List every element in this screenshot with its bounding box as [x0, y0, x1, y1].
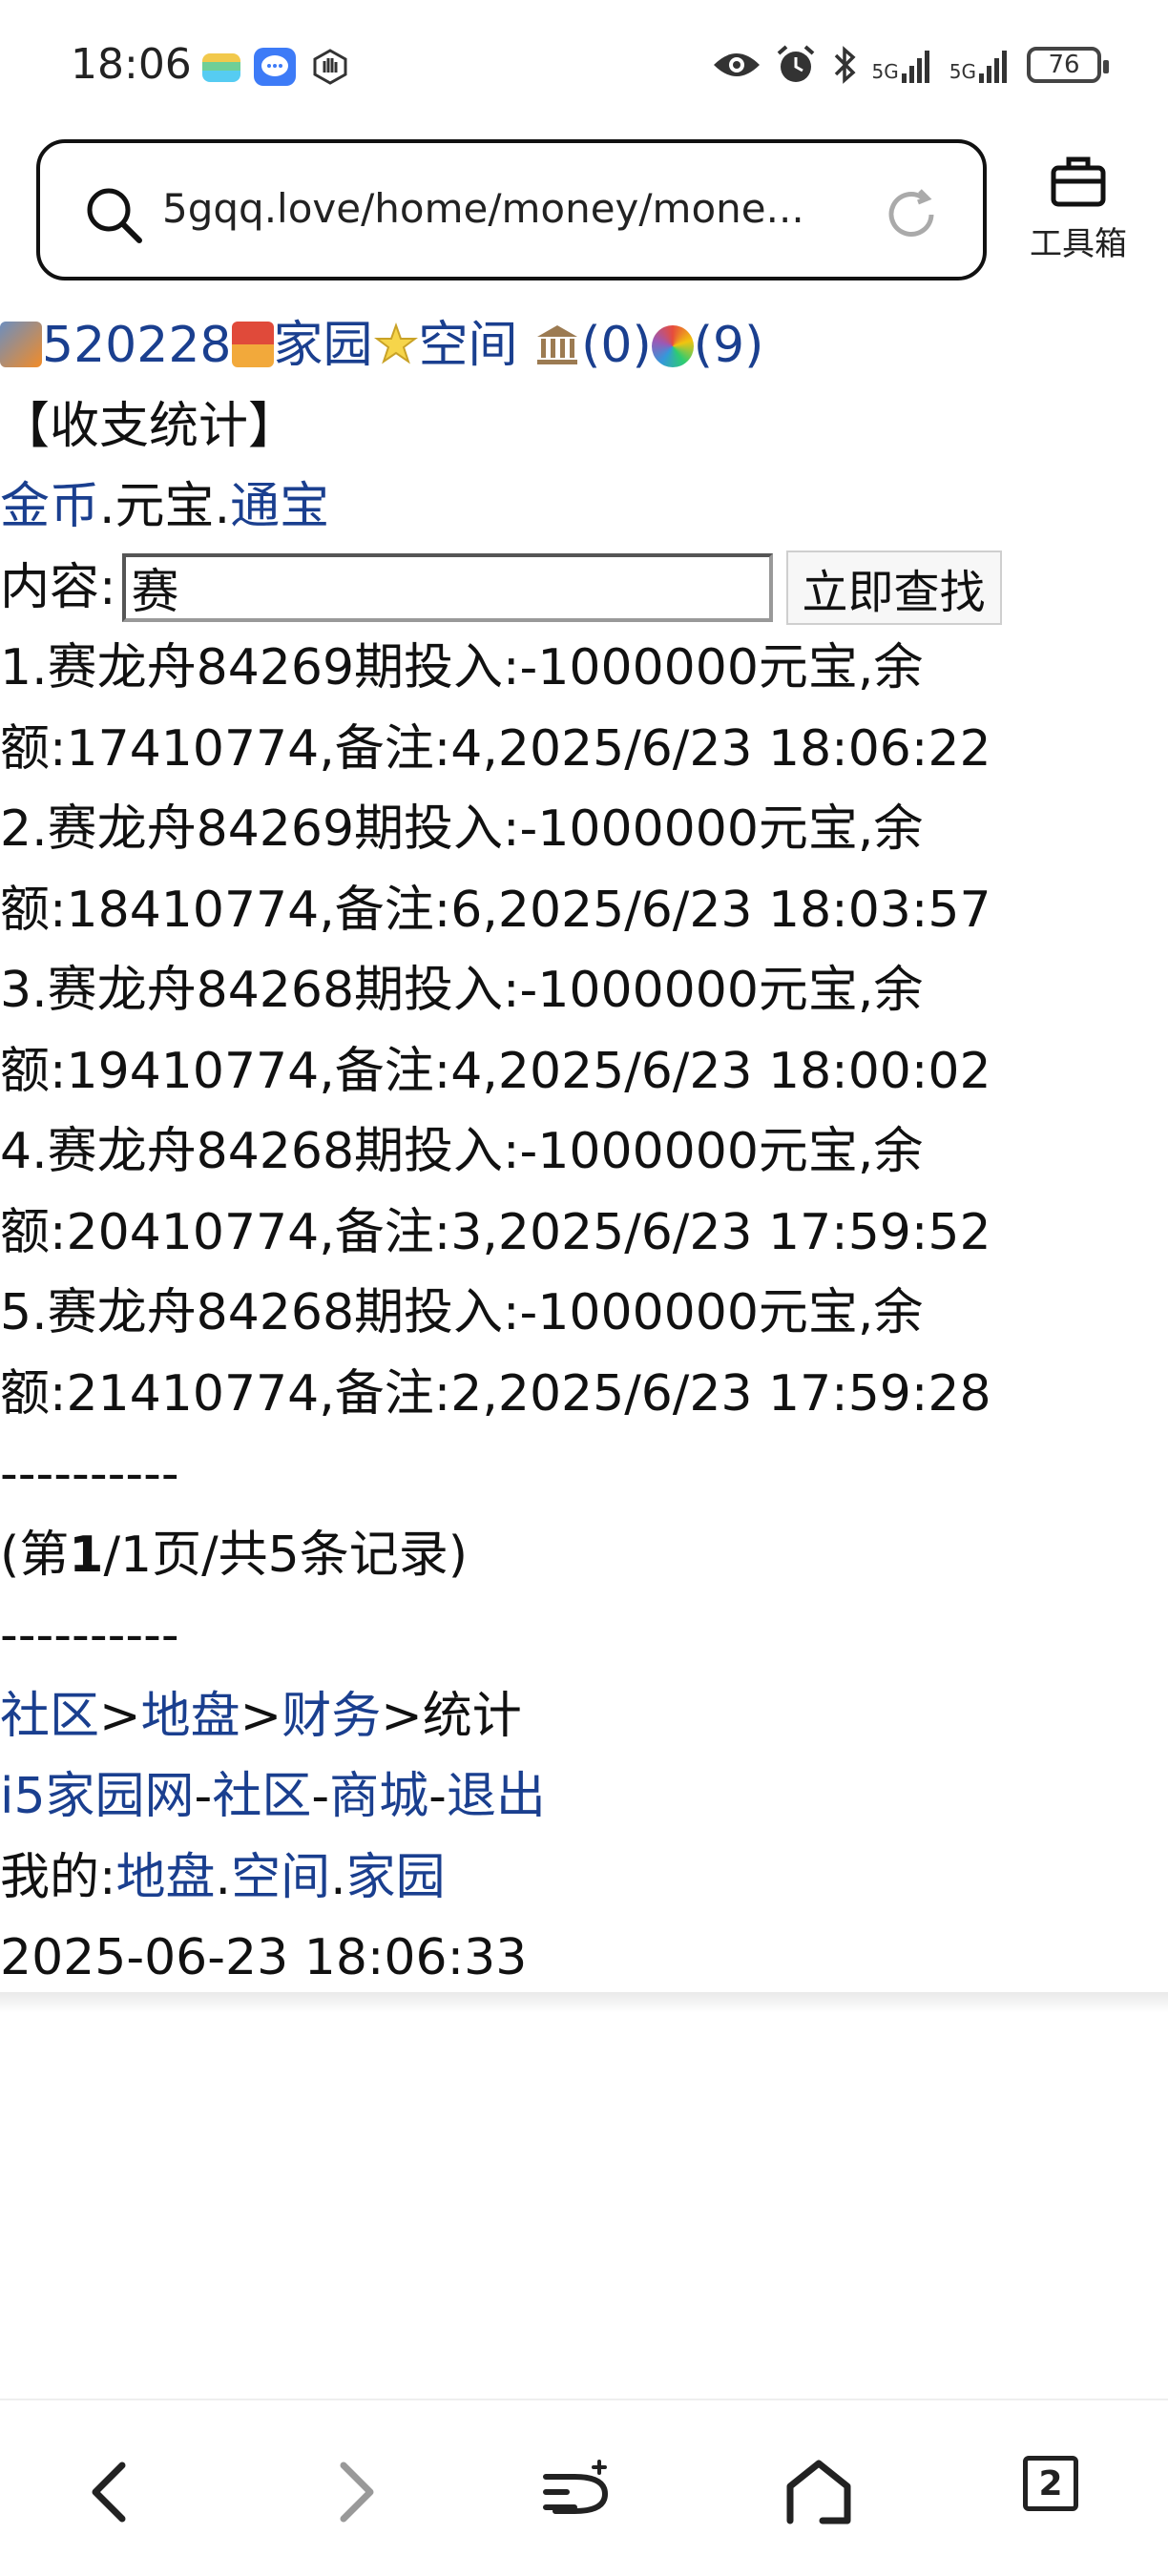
reload-icon[interactable] — [882, 185, 941, 244]
yuanbao-current: 元宝 — [115, 478, 215, 535]
message-count-link[interactable]: (9) — [694, 317, 764, 374]
page-bottom-shadow — [0, 1992, 1168, 2013]
currency-tabs: 金币.元宝.通宝 — [0, 467, 1168, 548]
sim-card-icon — [202, 53, 240, 82]
home-icon[interactable] — [781, 2454, 857, 2530]
signal-icon: 5G — [872, 47, 936, 83]
footer-links: i5家园网-社区-商城-退出 — [0, 1756, 1168, 1838]
home-link[interactable]: 家园 — [274, 317, 373, 374]
separator: . — [330, 1848, 346, 1906]
my-space-link[interactable]: 空间 — [231, 1849, 330, 1906]
breadcrumb-separator: > — [99, 1687, 141, 1745]
my-territory-link[interactable]: 地盘 — [116, 1849, 216, 1906]
record-item: 2.赛龙舟84269期投入:-1000000元宝,余额:18410774,备注:… — [0, 800, 991, 939]
breadcrumb-territory[interactable]: 地盘 — [141, 1688, 240, 1745]
bank-count-link[interactable]: (0) — [581, 317, 652, 374]
community-link[interactable]: 社区 — [212, 1768, 311, 1825]
gold-link[interactable]: 金币 — [0, 478, 99, 535]
message-icon — [254, 48, 296, 86]
page-timestamp: 2025-06-23 18:06:33 — [0, 1929, 528, 1986]
browser-bottom-nav: 2 — [0, 2399, 1168, 2576]
system-icons: 5G 5G 76 — [712, 44, 1109, 86]
breadcrumb: 社区>地盘>财务>统计 — [0, 1676, 1168, 1757]
separator: . — [215, 1848, 232, 1906]
breadcrumb-current: 统计 — [422, 1687, 522, 1745]
toolbox-button[interactable]: 工具箱 — [1021, 151, 1136, 275]
eye-icon — [713, 53, 760, 76]
status-bar: 18:06 5G 5G 76 — [0, 0, 1168, 134]
breadcrumb-community[interactable]: 社区 — [0, 1688, 99, 1745]
color-wheel-icon — [651, 325, 694, 367]
search-icon — [87, 188, 142, 243]
logout-link[interactable]: 退出 — [447, 1768, 546, 1825]
record-item: 4.赛龙舟84268期投入:-1000000元宝,余额:20410774,备注:… — [0, 1123, 991, 1261]
bluetooth-icon — [834, 46, 856, 84]
mall-link[interactable]: 商城 — [329, 1768, 428, 1825]
breadcrumb-finance[interactable]: 财务 — [282, 1688, 381, 1745]
status-time: 18:06 — [71, 40, 192, 89]
search-form: 内容: 立即查找 — [0, 548, 1168, 629]
my-home-link[interactable]: 家园 — [346, 1849, 446, 1906]
record-item: 3.赛龙舟84268期投入:-1000000元宝,余额:19410774,备注:… — [0, 962, 991, 1100]
record-item: 1.赛龙舟84269期投入:-1000000元宝,余额:17410774,备注:… — [0, 639, 991, 778]
separator: - — [428, 1768, 447, 1825]
house-icon — [231, 322, 274, 367]
divider: ---------- — [0, 1445, 179, 1503]
back-icon[interactable] — [74, 2454, 151, 2530]
separator: . — [99, 478, 115, 535]
notification-icons — [202, 48, 351, 86]
mine-label: 我的: — [0, 1848, 116, 1906]
url-text[interactable]: 5gqq.love/home/money/mone... — [162, 185, 887, 232]
separator: . — [214, 478, 231, 535]
search-input[interactable] — [121, 552, 773, 622]
toolbox-icon — [1051, 156, 1106, 207]
pagination-current: 1 — [69, 1526, 104, 1584]
tongbao-link[interactable]: 通宝 — [230, 478, 329, 535]
page-title: 【收支统计】 — [0, 397, 299, 455]
battery-icon: 76 — [1027, 47, 1109, 83]
separator: - — [194, 1768, 213, 1825]
breadcrumb-separator: > — [381, 1687, 423, 1745]
top-nav: 520228 家园 空间 (0) (9) — [0, 305, 1168, 386]
site-link[interactable]: i5家园网 — [0, 1768, 195, 1825]
page-content: 520228家园空间 (0)(9) 【收支统计】 金币.元宝.通宝 内容: 立即… — [0, 305, 1168, 1999]
breadcrumb-separator: > — [240, 1687, 282, 1745]
alarm-icon — [777, 45, 814, 82]
forward-icon[interactable] — [315, 2454, 391, 2530]
network-type-1: 5G — [871, 60, 899, 83]
user-icon — [0, 322, 42, 367]
record-item: 5.赛龙舟84268期投入:-1000000元宝,余额:21410774,备注:… — [0, 1284, 991, 1423]
separator: - — [311, 1768, 330, 1825]
user-id-link[interactable]: 520228 — [42, 317, 232, 374]
star-icon — [373, 311, 419, 364]
hand-icon — [309, 48, 351, 86]
network-type-2: 5G — [949, 60, 976, 83]
pagination: (第1/1页/共5条记录) — [0, 1515, 1168, 1596]
space-link[interactable]: 空间 — [419, 317, 518, 374]
pagination-rest: /1页/共5条记录) — [103, 1526, 468, 1584]
toolbox-label: 工具箱 — [1030, 225, 1127, 263]
bank-icon — [533, 311, 581, 364]
address-bar[interactable]: 5gqq.love/home/money/mone... — [36, 139, 987, 280]
search-button[interactable]: 立即查找 — [785, 550, 1002, 625]
divider: ---------- — [0, 1607, 179, 1664]
feed-icon[interactable] — [542, 2454, 618, 2530]
mine-links: 我的:地盘.空间.家园 — [0, 1838, 1168, 1919]
signal-icon: 5G — [949, 47, 1013, 83]
pagination-prefix: (第 — [0, 1526, 70, 1584]
search-label: 内容: — [0, 558, 116, 616]
tabs-button[interactable]: 2 — [1023, 2456, 1078, 2511]
